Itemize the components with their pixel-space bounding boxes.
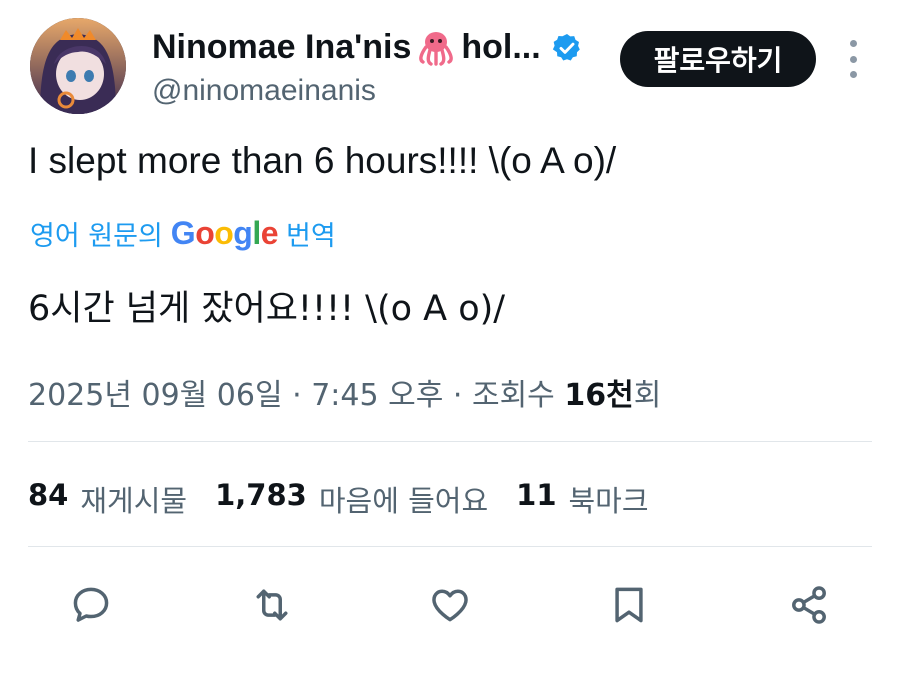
meta-separator: · bbox=[452, 378, 463, 413]
display-name-suffix: hol... bbox=[461, 28, 541, 66]
repost-icon[interactable] bbox=[247, 580, 297, 630]
google-logo: Google bbox=[170, 215, 279, 251]
translate-prefix: 영어 원문의 bbox=[30, 221, 163, 252]
heart-icon[interactable] bbox=[425, 580, 475, 630]
tweet-time[interactable]: 7:45 오후 bbox=[311, 378, 443, 413]
verified-badge-icon bbox=[551, 32, 583, 64]
divider bbox=[28, 441, 872, 442]
translated-text: 6시간 넘게 잤어요!!!! \(o A o)/ bbox=[28, 289, 506, 329]
views-count: 16천 bbox=[564, 378, 634, 413]
tweet-date[interactable]: 2025년 09월 06일 bbox=[28, 378, 283, 413]
tweet-text: I slept more than 6 hours!!!! \(o A o)/ bbox=[28, 140, 617, 181]
follow-button[interactable]: 팔로우하기 bbox=[620, 31, 816, 87]
translate-suffix: 번역 bbox=[286, 221, 336, 252]
share-icon[interactable] bbox=[784, 580, 834, 630]
divider bbox=[28, 546, 872, 547]
reply-icon[interactable] bbox=[66, 580, 116, 630]
views-suffix: 회 bbox=[633, 378, 662, 413]
meta-separator: · bbox=[292, 378, 302, 413]
likes-count: 1,783 bbox=[215, 478, 307, 512]
engagement-stats: 84 재게시물 1,783 마음에 들어요 11 북마크 bbox=[28, 478, 649, 520]
avatar-image bbox=[30, 18, 126, 114]
bookmark-icon[interactable] bbox=[604, 580, 654, 630]
octopus-emoji-icon bbox=[417, 30, 455, 66]
translate-link[interactable]: 영어 원문의 Google 번역 bbox=[30, 214, 336, 253]
reposts-label: 재게시물 bbox=[80, 484, 188, 518]
user-handle[interactable]: @ninomaeinanis bbox=[152, 74, 376, 108]
reposts-stat[interactable]: 84 재게시물 bbox=[28, 478, 187, 520]
likes-stat[interactable]: 1,783 마음에 들어요 bbox=[215, 478, 488, 520]
display-name-row[interactable]: Ninomae Ina'nis hol... bbox=[152, 28, 583, 67]
likes-label: 마음에 들어요 bbox=[318, 484, 489, 518]
bookmarks-stat[interactable]: 11 북마크 bbox=[516, 478, 648, 520]
tweet-meta: 2025년 09월 06일 · 7:45 오후 · 조회수 16천회 bbox=[28, 370, 661, 414]
avatar[interactable] bbox=[30, 18, 126, 114]
reposts-count: 84 bbox=[28, 478, 69, 512]
more-options-icon[interactable] bbox=[846, 40, 860, 78]
bookmarks-label: 북마크 bbox=[568, 484, 649, 518]
views-prefix: 조회수 bbox=[471, 378, 555, 413]
bookmarks-count: 11 bbox=[516, 478, 557, 512]
display-name: Ninomae Ina'nis bbox=[152, 28, 412, 66]
